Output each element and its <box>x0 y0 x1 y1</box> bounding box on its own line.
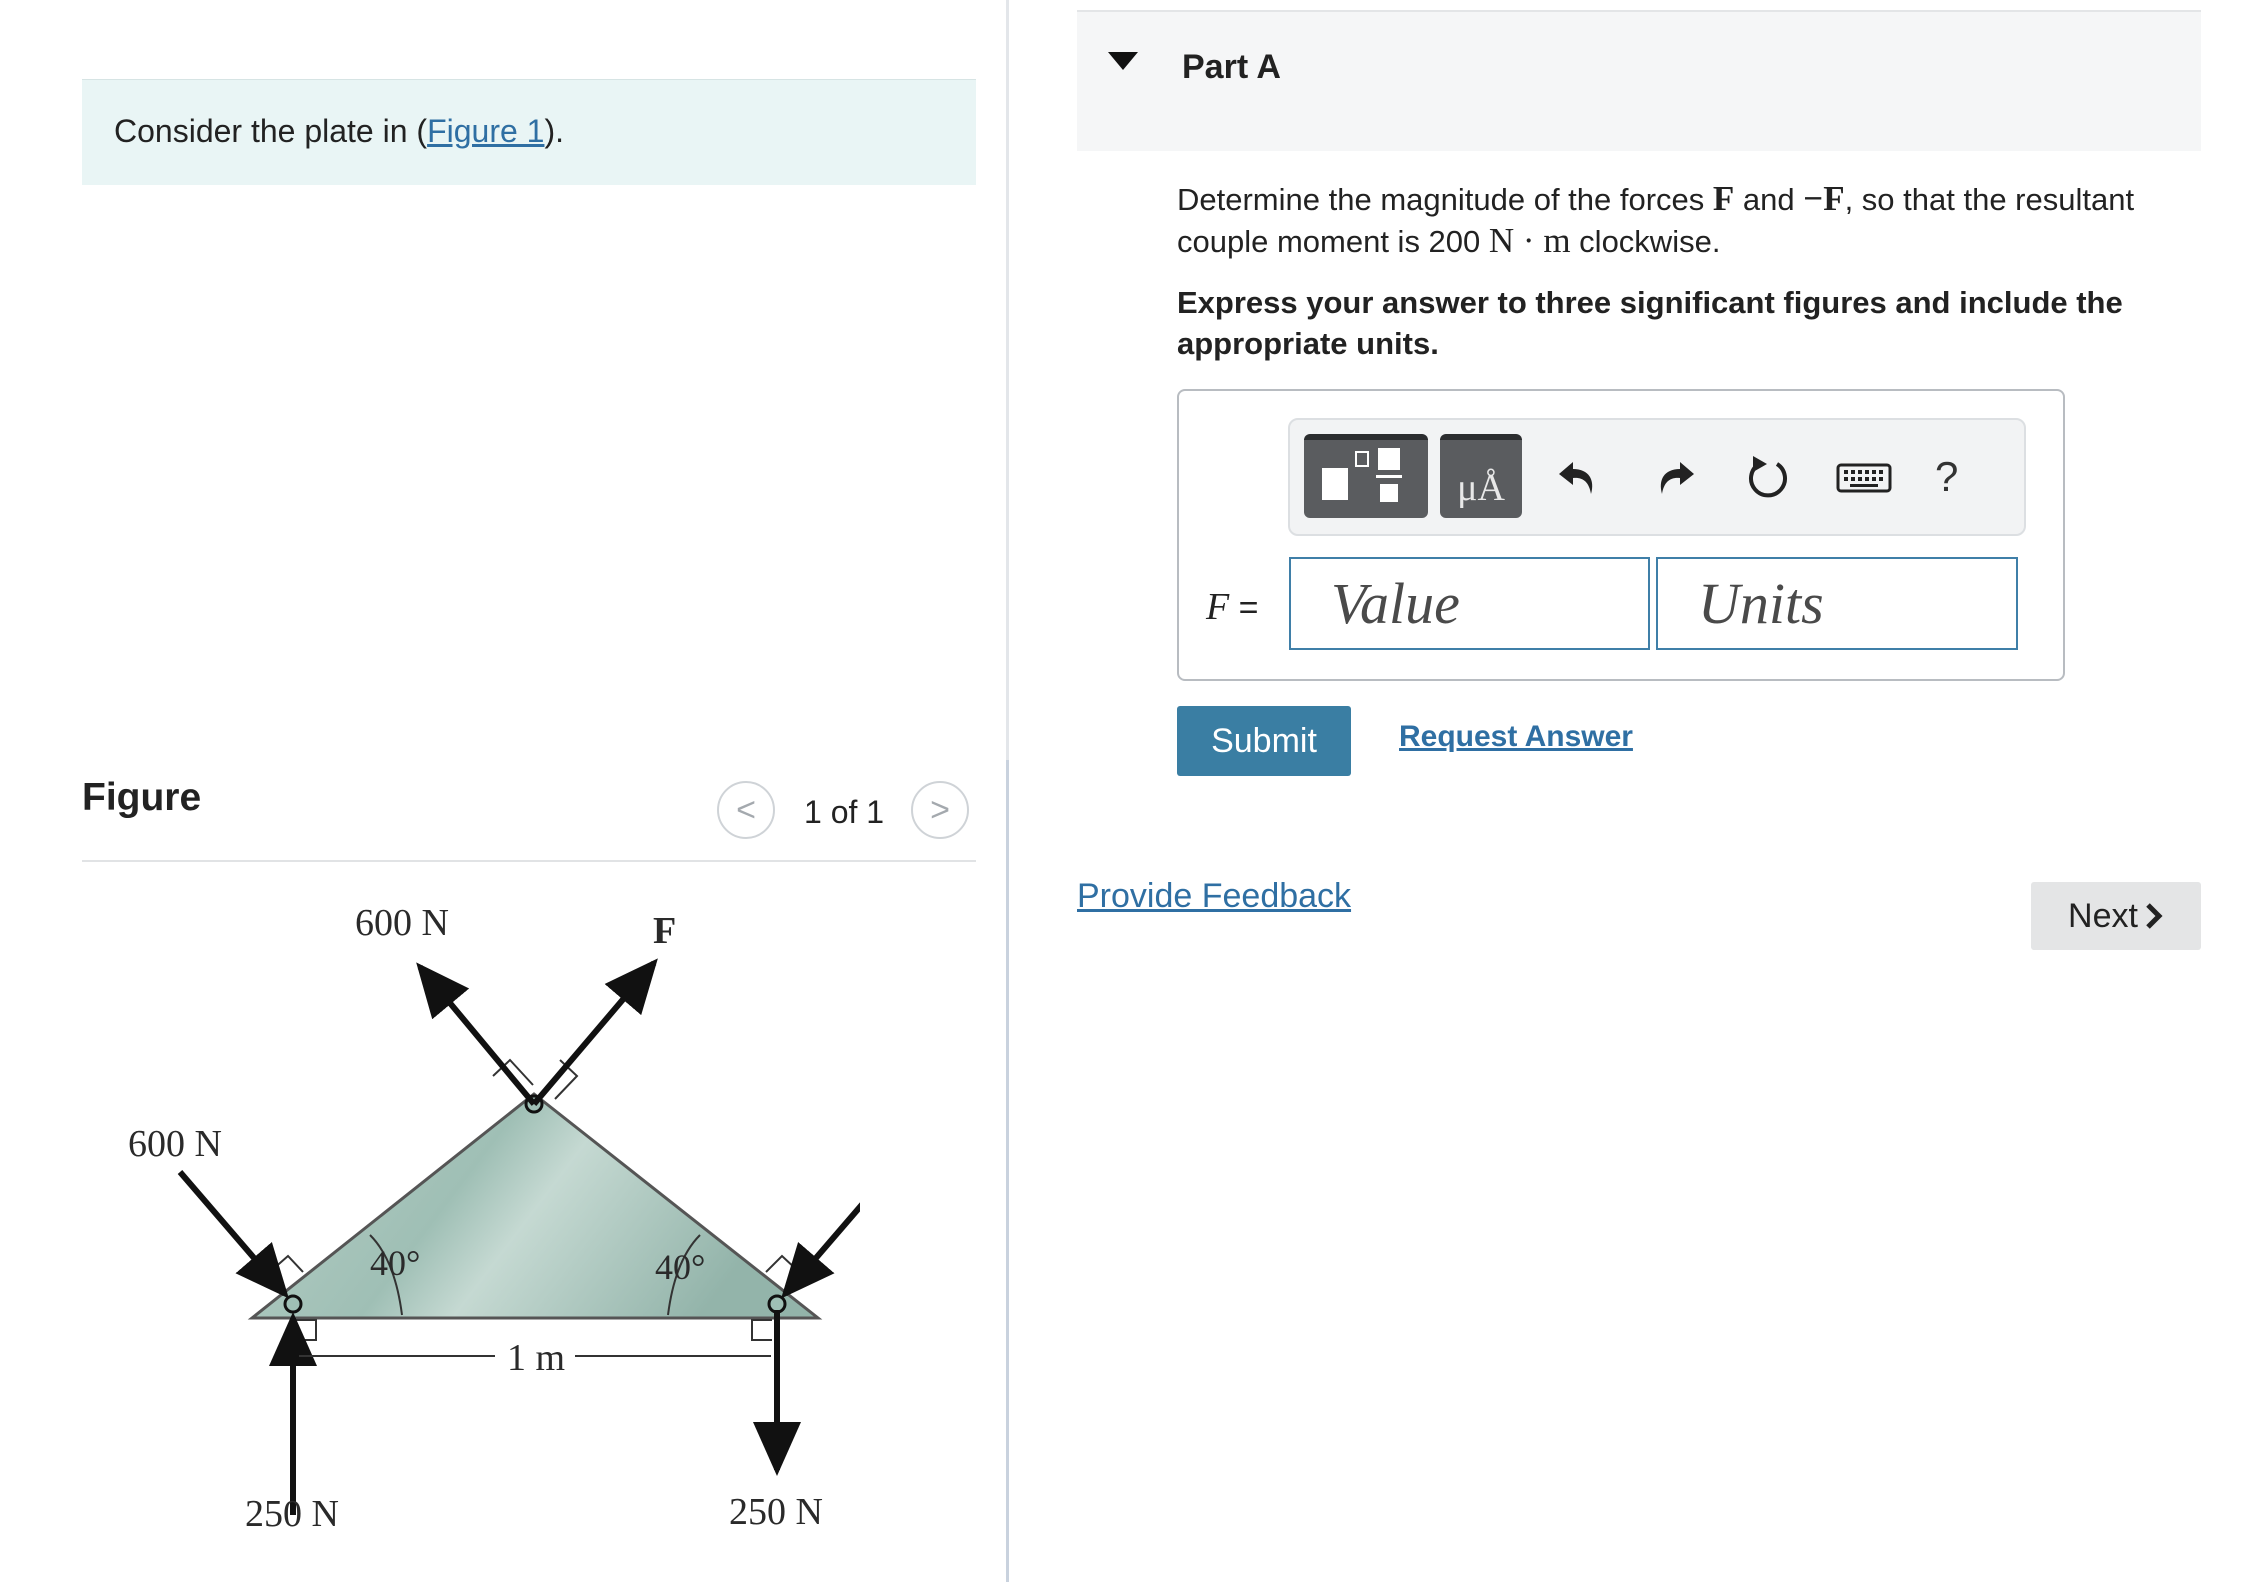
undo-icon[interactable] <box>1553 452 1603 502</box>
question-text: Determine the magnitude of the forces F … <box>1177 178 2177 262</box>
value-input[interactable] <box>1289 557 1650 650</box>
next-button[interactable]: Next <box>2031 882 2201 950</box>
label-600n-left: 600 N <box>128 1123 222 1165</box>
units-symbol-button[interactable]: μÅ <box>1440 434 1522 518</box>
force-arrow-f-top <box>531 958 658 1106</box>
previous-figure-button[interactable]: < <box>717 781 775 839</box>
pin-left <box>283 1294 303 1314</box>
chevron-right-icon: > <box>930 790 950 829</box>
equals-sign: = <box>1229 589 1259 627</box>
force-arrow-minus-f <box>781 1202 860 1299</box>
label-span: 1 m <box>507 1337 565 1379</box>
math-minus-f: −F <box>1803 179 1845 218</box>
next-label: Next <box>2068 896 2138 935</box>
label-250n-left: 250 N <box>245 1493 339 1535</box>
keyboard-icon[interactable] <box>1836 452 1892 502</box>
label-angle-right: 40° <box>655 1247 705 1287</box>
figure-heading: Figure <box>82 776 202 819</box>
force-arrow-600n-left <box>177 1170 289 1299</box>
redo-icon[interactable] <box>1650 452 1700 502</box>
intro-suffix: ). <box>544 113 564 149</box>
provide-feedback-link[interactable]: Provide Feedback <box>1077 877 1351 916</box>
intro-text: Consider the plate in (Figure 1). <box>114 113 564 150</box>
force-arrow-600n-top <box>416 962 537 1106</box>
label-f-top: F <box>653 910 676 952</box>
help-button[interactable]: ? <box>1935 452 1958 502</box>
instruction-text: Express your answer to three significant… <box>1177 285 2123 361</box>
variable-symbol: F <box>1206 586 1230 628</box>
math-unit-nm: N · m <box>1488 221 1571 260</box>
part-title: Part A <box>1182 48 1281 86</box>
templates-icon <box>1322 448 1402 502</box>
pane-divider-handle[interactable] <box>1006 760 1009 1582</box>
figure-link[interactable]: Figure 1 <box>427 113 544 149</box>
label-250n-right: 250 N <box>729 1491 823 1533</box>
reset-icon[interactable] <box>1743 452 1793 502</box>
right-angle-mark-right <box>765 1254 798 1273</box>
figure-divider <box>82 860 976 862</box>
triangular-plate <box>247 1092 823 1320</box>
right-angle-mark-bottom-left <box>296 1319 317 1341</box>
pin-right <box>767 1294 787 1314</box>
chevron-left-icon: < <box>736 790 756 829</box>
figure-counter: 1 of 1 <box>804 794 885 830</box>
chevron-right-icon <box>2146 903 2163 929</box>
submit-button[interactable]: Submit <box>1177 706 1351 776</box>
label-angle-left: 40° <box>370 1243 420 1283</box>
request-answer-link[interactable]: Request Answer <box>1399 720 1633 754</box>
next-figure-button[interactable]: > <box>911 781 969 839</box>
plate-diagram: 600 N F 600 N - F 40° 40° 1 m 250 N 250 … <box>128 902 860 1535</box>
triangle-down-icon[interactable] <box>1108 52 1138 70</box>
label-600n-top: 600 N <box>355 902 449 944</box>
right-angle-mark-left <box>271 1254 304 1273</box>
question-segment: and <box>1734 182 1804 217</box>
question-segment: Determine the magnitude of the forces <box>1177 182 1713 217</box>
templates-button[interactable] <box>1304 434 1428 518</box>
units-symbol-label: μÅ <box>1457 467 1505 509</box>
right-angle-mark-bottom-right <box>751 1319 772 1341</box>
units-input[interactable] <box>1656 557 2018 650</box>
variable-label: F = <box>1206 585 1259 629</box>
question-segment: clockwise. <box>1570 224 1721 259</box>
intro-prefix: Consider the plate in ( <box>114 113 428 149</box>
math-f: F <box>1712 179 1735 218</box>
